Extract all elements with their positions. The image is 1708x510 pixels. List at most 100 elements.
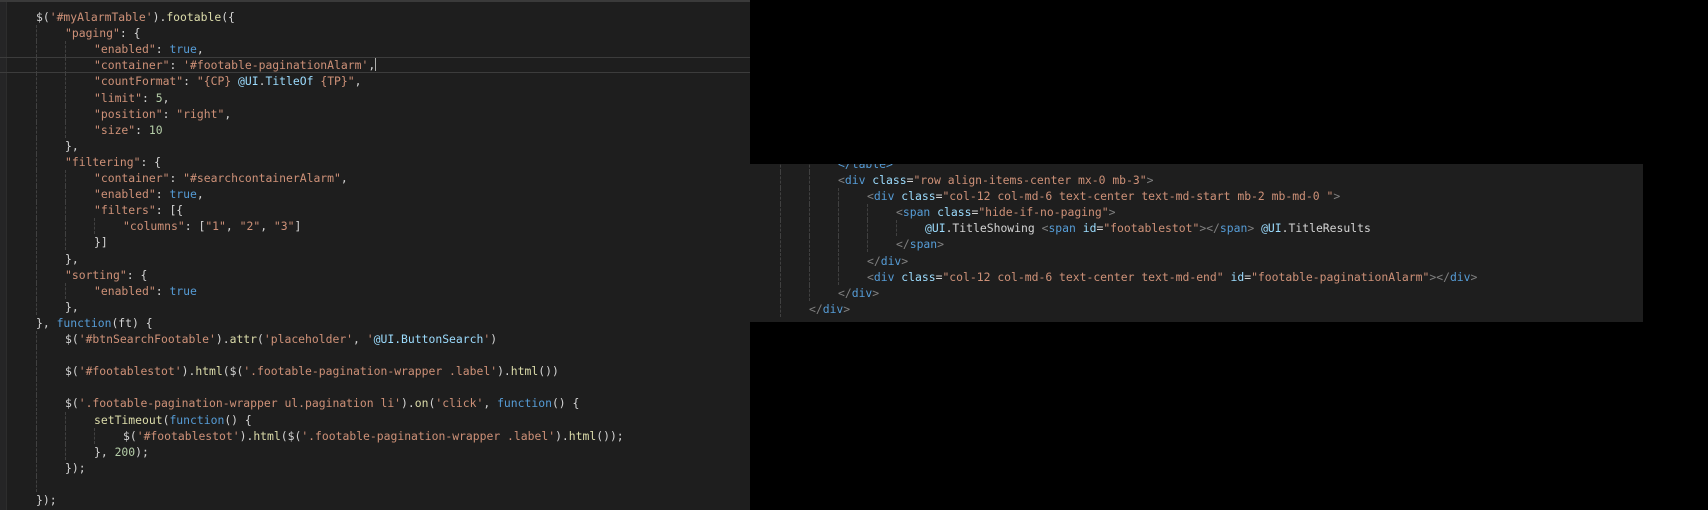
token-string: "filtering"	[65, 154, 141, 169]
code-line[interactable]	[0, 475, 750, 492]
code-line[interactable]: },	[0, 137, 750, 154]
code-line[interactable]: "container": '#footable-paginationAlarm'…	[0, 57, 750, 75]
code-text: "countFormat": "{CP} @UI.TitleOf {TP}",	[94, 73, 362, 89]
token-plain: },	[94, 444, 115, 459]
token-string: "footable-paginationAlarm"	[1251, 269, 1430, 284]
code-text: "container": "#searchcontainerAlarm",	[94, 170, 348, 186]
code-line[interactable]: $('#footablestot').html($('.footable-pag…	[0, 427, 750, 444]
token-plain: ,	[354, 74, 362, 89]
code-editor-javascript[interactable]: $('#myAlarmTable').footable({"paging": {…	[0, 0, 750, 510]
token-tag: div	[844, 173, 866, 187]
code-line[interactable]: </span>	[750, 236, 1643, 253]
code-line[interactable]: @UI.TitleShowing <span id="footablestot"…	[750, 220, 1643, 237]
code-line[interactable]: "sorting": {	[0, 266, 750, 283]
code-line[interactable]: </div>	[750, 284, 1643, 301]
token-string: "sorting"	[65, 267, 127, 282]
token-punct: >	[937, 237, 945, 252]
code-line[interactable]: <div class="col-12 col-md-6 text-center …	[750, 188, 1643, 205]
code-line[interactable]: }, 200);	[0, 443, 750, 460]
indent-guide	[94, 427, 95, 444]
code-line[interactable]: });	[0, 459, 750, 476]
code-line[interactable]: $('#btnSearchFootable').attr('placeholde…	[0, 331, 750, 347]
indent-guide	[867, 220, 868, 237]
indent-guide	[780, 164, 781, 172]
code-line[interactable]: <div class="col-12 col-md-6 text-center …	[750, 268, 1643, 285]
code-line[interactable]: <div class="row align-items-center mx-0 …	[750, 172, 1643, 188]
indent-guide	[36, 89, 37, 106]
code-text: </table>	[838, 164, 893, 172]
code-line[interactable]: "enabled": true	[0, 282, 750, 299]
token-plain: : {	[126, 267, 148, 282]
token-plain: ({	[221, 10, 235, 24]
code-text: });	[65, 460, 86, 476]
code-line[interactable]: "filtering": {	[0, 153, 750, 170]
code-lines[interactable]: $('#myAlarmTable').footable({"paging": {…	[0, 2, 750, 510]
indent-guide	[809, 268, 810, 285]
code-line[interactable]: "container": "#searchcontainerAlarm",	[0, 170, 750, 186]
code-line[interactable]: $('#myAlarmTable').footable({	[0, 9, 750, 25]
token-string: '#footablestot'	[136, 428, 240, 443]
indent-guide	[65, 89, 66, 106]
code-line[interactable]: "position": "right",	[0, 105, 750, 122]
token-string: "{CP}	[196, 74, 239, 89]
code-line[interactable]: $('.footable-pagination-wrapper ul.pagin…	[0, 395, 750, 412]
code-line[interactable]: "columns": ["1", "2", "3"]	[0, 218, 750, 235]
code-line[interactable]: <span class="hide-if-no-paging">	[750, 204, 1643, 221]
code-line[interactable]: </div>	[750, 300, 1643, 317]
code-line[interactable]: "enabled": true,	[0, 41, 750, 58]
indent-guide	[809, 252, 810, 269]
code-line[interactable]: "enabled": true,	[0, 186, 750, 203]
indent-guide	[867, 236, 868, 253]
code-line[interactable]: });	[0, 492, 750, 508]
code-line[interactable]	[0, 347, 750, 364]
code-text: <div class="col-12 col-md-6 text-center …	[867, 188, 1340, 204]
indent-guide	[809, 188, 810, 205]
code-lines[interactable]: </table> <div class="row align-items-cent…	[750, 164, 1643, 322]
code-text: "sorting": {	[65, 267, 147, 283]
code-line[interactable]: }, function(ft) {	[0, 315, 750, 331]
token-string: {TP}"	[313, 74, 355, 89]
token-attr: class	[937, 205, 972, 220]
token-number: 10	[148, 122, 163, 137]
token-plain: ).	[181, 364, 196, 379]
token-string: "hide-if-no-paging"	[978, 205, 1109, 220]
token-plain: ]	[294, 219, 302, 234]
code-text: <span class="hide-if-no-paging">	[896, 204, 1115, 220]
code-line[interactable]: "paging": {	[0, 25, 750, 42]
token-tag: span	[1048, 221, 1076, 236]
code-line[interactable]: "size": 10	[0, 121, 750, 138]
indent-guide	[94, 218, 95, 235]
code-text: }]	[94, 234, 108, 250]
token-string: "3"	[273, 219, 295, 234]
token-string: "enabled"	[94, 42, 156, 57]
token-attr: id	[1230, 269, 1245, 284]
code-line[interactable]: "countFormat": "{CP} @UI.TitleOf {TP}",	[0, 73, 750, 90]
indent-guide	[36, 170, 37, 186]
token-plain: (	[257, 332, 264, 346]
indent-guide	[838, 268, 839, 285]
code-line[interactable]: $('#footablestot').html($('.footable-pag…	[0, 363, 750, 380]
indent-guide	[896, 220, 897, 237]
code-line[interactable]: </div>	[750, 252, 1643, 269]
token-string: "filters"	[94, 203, 156, 218]
code-editor-html[interactable]: </table> <div class="row align-items-cent…	[750, 164, 1643, 322]
code-line[interactable]: }]	[0, 234, 750, 251]
token-attr: class	[872, 173, 907, 187]
code-line[interactable]	[0, 379, 750, 396]
indent-guide	[36, 282, 37, 299]
token-tag: div	[822, 301, 844, 316]
code-line[interactable]: },	[0, 298, 750, 315]
token-plain: ,	[368, 58, 376, 73]
token-punct: >	[872, 285, 880, 300]
token-punct: >	[901, 253, 909, 268]
token-string: "#searchcontainerAlarm"	[183, 171, 341, 185]
code-line[interactable]: </table>	[750, 164, 1643, 172]
indent-guide	[65, 443, 66, 460]
code-line[interactable]: "limit": 5,	[0, 89, 750, 106]
code-line[interactable]: setTimeout(function() {	[0, 411, 750, 428]
token-string: "size"	[94, 122, 136, 137]
token-tag: div	[880, 253, 902, 268]
code-line[interactable]: "filters": [{	[0, 202, 750, 219]
code-line[interactable]: },	[0, 250, 750, 267]
